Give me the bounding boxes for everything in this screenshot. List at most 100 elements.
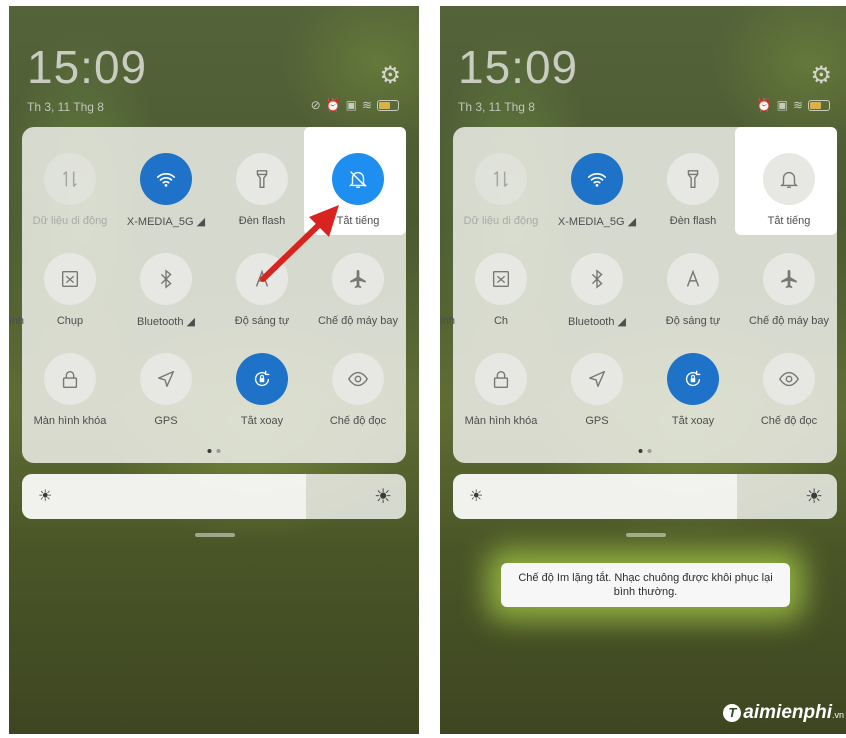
tile-tat-tieng[interactable]: Tắt tiếng: [741, 131, 837, 231]
tile-label: Chế độ đọc: [760, 415, 818, 427]
status-bar-icons: ⊘ ⏰ ▣ ≋: [311, 98, 399, 112]
tile-x-media-5g[interactable]: X-MEDIA_5G ◢: [118, 131, 214, 231]
tile-x-media-5g[interactable]: X-MEDIA_5G ◢: [549, 131, 645, 231]
wifi-icon: [571, 153, 623, 205]
bell-icon: [763, 153, 815, 205]
tile-tat-xoay[interactable]: Tắt xoay: [214, 331, 310, 431]
watermark-suffix: .vn: [831, 710, 844, 720]
drag-handle[interactable]: [626, 533, 666, 537]
page-indicator: [638, 449, 652, 453]
tile-label: Bluetooth ◢: [137, 316, 195, 328]
bluetooth-icon: [140, 253, 192, 305]
eye-icon: [332, 353, 384, 405]
tile-label: Độ sáng tự: [665, 315, 721, 327]
tile-che-do-may-bay[interactable]: Chế độ máy bay: [310, 231, 406, 331]
brightness-slider[interactable]: ☀ ☀: [22, 474, 406, 519]
tile-bluetooth[interactable]: Bluetooth ◢: [549, 231, 645, 331]
lock-icon: [44, 353, 96, 405]
tile-do-sang-tu[interactable]: Độ sáng tự: [214, 231, 310, 331]
brightness-fill: [453, 474, 738, 519]
tile-gps[interactable]: GPS: [549, 331, 645, 431]
clock-time: 15:09: [458, 41, 579, 93]
toast-message: Chế độ Im lặng tắt. Nhạc chuông được khô…: [501, 563, 790, 607]
clock-date: Th 3, 11 Thg 8: [458, 100, 535, 114]
tile-do-sang-tu[interactable]: Độ sáng tự: [645, 231, 741, 331]
brightness-low-icon: ☀: [38, 488, 53, 505]
tile-tat-tieng[interactable]: Tắt tiếng: [310, 131, 406, 231]
tile-label: Tắt xoay: [671, 415, 715, 427]
tile-label: GPS: [154, 415, 178, 427]
status-bar-icons: ⏰ ▣ ≋: [757, 98, 830, 112]
gear-icon[interactable]: ⚙: [810, 61, 832, 90]
tile-gps[interactable]: GPS: [118, 331, 214, 431]
watermark-logo: Taimienphi.vn: [723, 702, 844, 724]
tile-label: Đèn flash: [669, 215, 717, 227]
flashlight-icon: [667, 153, 719, 205]
wifi-icon: [140, 153, 192, 205]
tile-label: Chụp: [56, 315, 84, 327]
brightness-slider[interactable]: ☀ ☀: [453, 474, 837, 519]
flashlight-icon: [236, 153, 288, 205]
gear-icon[interactable]: ⚙: [379, 61, 401, 90]
wifi-icon: ≋: [361, 98, 372, 112]
tile-du-lieu-di-dong[interactable]: Dữ liệu di động: [453, 131, 549, 231]
brightness-high-icon: ☀: [374, 486, 392, 508]
tile-ch[interactable]: Ch: [453, 231, 549, 331]
wifi-icon: ≋: [792, 98, 803, 112]
screenshot-icon: [44, 253, 96, 305]
tile-du-lieu-di-dong[interactable]: Dữ liệu di động: [22, 131, 118, 231]
quick-settings-grid: Dữ liệu di động X-MEDIA_5G ◢ Đèn flash Tắt …: [440, 127, 837, 463]
quick-settings-panel: Dữ liệu di động X-MEDIA_5G ◢ Đèn flash Tắt …: [9, 127, 406, 463]
tile-label: Tắt tiếng: [767, 215, 811, 227]
tile-man-hinh-khoa[interactable]: Màn hình khóa: [453, 331, 549, 431]
tile-den-flash[interactable]: Đèn flash: [214, 131, 310, 231]
bluetooth-icon: [571, 253, 623, 305]
tile-label: Dữ liệu di động: [32, 215, 108, 227]
gps-icon: [140, 353, 192, 405]
airplane-icon: [763, 253, 815, 305]
tile-label: Tắt tiếng: [336, 215, 380, 227]
clock-time: 15:09: [27, 41, 148, 93]
alarm-icon: ⏰: [756, 98, 772, 112]
tile-label: X-MEDIA_5G ◢: [126, 216, 206, 228]
tile-che-do-may-bay[interactable]: Chế độ máy bay: [741, 231, 837, 331]
auto-brightness-icon: [667, 253, 719, 305]
screenshot-icon: [475, 253, 527, 305]
tile-label: Chế độ máy bay: [317, 315, 399, 327]
sim-icon: ▣: [345, 98, 357, 112]
tile-label: Chế độ đọc: [329, 415, 387, 427]
quick-settings-panel: Dữ liệu di động X-MEDIA_5G ◢ Đèn flash Tắt …: [440, 127, 837, 463]
alarm-icon: ⏰: [325, 98, 341, 112]
drag-handle[interactable]: [195, 533, 235, 537]
page-dot: [216, 449, 221, 453]
rotation-lock-icon: [236, 353, 288, 405]
tile-den-flash[interactable]: Đèn flash: [645, 131, 741, 231]
tile-label: Độ sáng tự: [234, 315, 290, 327]
battery-icon: [808, 99, 830, 111]
airplane-icon: [332, 253, 384, 305]
sim-icon: ▣: [776, 98, 788, 112]
tile-che-do-doc[interactable]: Chế độ đọc: [310, 331, 406, 431]
tile-label: Ch: [493, 315, 509, 327]
eye-icon: [763, 353, 815, 405]
tile-label: X-MEDIA_5G ◢: [557, 216, 637, 228]
battery-icon: [377, 99, 399, 111]
mobile-data-icon: [475, 153, 527, 205]
tile-tat-xoay[interactable]: Tắt xoay: [645, 331, 741, 431]
page-dot-active: [638, 449, 643, 453]
tile-bluetooth[interactable]: Bluetooth ◢: [118, 231, 214, 331]
page-indicator: [207, 449, 221, 453]
brightness-high-icon: ☀: [805, 486, 823, 508]
tile-chup[interactable]: Chụp: [22, 231, 118, 331]
brightness-fill: [22, 474, 307, 519]
left-phone-screen: 15:09 Th 3, 11 Thg 8 ⚙ ⊘ ⏰ ▣ ≋ Dữ liệu d…: [9, 6, 419, 734]
tile-label: Màn hình khóa: [33, 415, 107, 427]
rotation-lock-icon: [667, 353, 719, 405]
bell-off-icon: [332, 153, 384, 205]
tile-man-hinh-khoa[interactable]: Màn hình khóa: [22, 331, 118, 431]
quick-settings-grid: Dữ liệu di động X-MEDIA_5G ◢ Đèn flash Tắt …: [9, 127, 406, 463]
tile-label: Bluetooth ◢: [568, 316, 626, 328]
auto-brightness-icon: [236, 253, 288, 305]
page-dot-active: [207, 449, 212, 453]
tile-che-do-doc[interactable]: Chế độ đọc: [741, 331, 837, 431]
